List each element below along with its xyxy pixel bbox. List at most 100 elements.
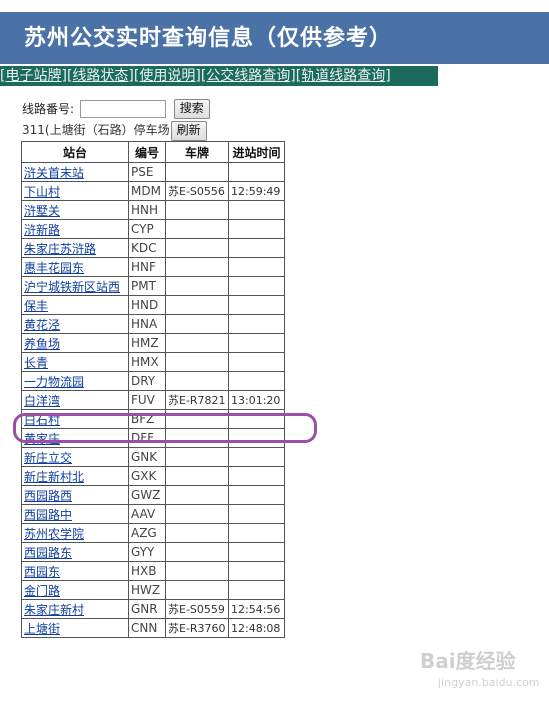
station-cell: 上塘街 [21, 618, 129, 638]
station-cell: 西园路中 [21, 504, 129, 524]
station-link[interactable]: 西园路东 [24, 546, 72, 560]
arrival-time: 12:54:56 [228, 599, 285, 619]
station-link[interactable]: 下山村 [24, 185, 60, 199]
table-row: 新庄新村北 GXK [21, 466, 285, 486]
watermark-logo: Bai度经验 jingyan.baidu.com [420, 650, 540, 694]
arrival-time [228, 371, 285, 391]
watermark-url: jingyan.baidu.com [438, 676, 540, 689]
table-row: 浒墅关 HNH [21, 200, 285, 220]
bus-plate: 苏E-R7821 [165, 390, 229, 410]
station-link[interactable]: 黄家庄 [24, 432, 60, 446]
station-link[interactable]: 西园路中 [24, 508, 72, 522]
station-code: HND [128, 295, 166, 315]
bus-plate [165, 371, 229, 391]
bus-plate [165, 333, 229, 353]
station-code: AZG [128, 523, 166, 543]
station-cell: 浒墅关 [21, 200, 129, 220]
station-cell: 西园路东 [21, 542, 129, 562]
refresh-button[interactable]: 刷新 [170, 120, 207, 141]
arrival-time [228, 295, 285, 315]
station-cell: 苏州农学院 [21, 523, 129, 543]
arrival-time [228, 219, 285, 239]
station-cell: 惠丰花园东 [21, 257, 129, 277]
arrival-time [228, 162, 285, 182]
station-link[interactable]: 养鱼场 [24, 337, 60, 351]
watermark-text: Bai度经验 [420, 649, 516, 673]
status-row: 311(上塘街（石路）停车场 刷新 [22, 120, 207, 141]
station-link[interactable]: 沪宁城铁新区站西 [24, 280, 120, 294]
table-row: 白石村 BFZ [21, 409, 285, 429]
bus-plate [165, 561, 229, 581]
station-code: BFZ [128, 409, 166, 429]
station-cell: 黄花泾 [21, 314, 129, 334]
arrival-time [228, 542, 285, 562]
station-link[interactable]: 浒墅关 [24, 204, 60, 218]
nav-link-bus-line-query[interactable]: [公交线路查询] [201, 68, 296, 84]
table-header-row: 站台 编号 车牌 进站时间 [21, 141, 285, 163]
station-link[interactable]: 浒关首末站 [24, 166, 84, 180]
station-link[interactable]: 朱家庄苏浒路 [24, 242, 96, 256]
station-code: AAV [128, 504, 166, 524]
station-cell: 白洋湾 [21, 390, 129, 410]
station-cell: 金门路 [21, 580, 129, 600]
table-row: 苏州农学院 AZG [21, 523, 285, 543]
arrival-time [228, 409, 285, 429]
station-link[interactable]: 苏州农学院 [24, 527, 84, 541]
arrival-time [228, 580, 285, 600]
station-link[interactable]: 黄花泾 [24, 318, 60, 332]
table-row: 西园路中 AAV [21, 504, 285, 524]
station-cell: 西园路西 [21, 485, 129, 505]
arrival-time [228, 276, 285, 296]
station-cell: 浒新路 [21, 219, 129, 239]
bus-plate [165, 257, 229, 277]
station-link[interactable]: 新庄新村北 [24, 470, 84, 484]
station-cell: 黄家庄 [21, 428, 129, 448]
table-row: 黄家庄 DFF [21, 428, 285, 448]
col-header-station: 站台 [21, 141, 129, 163]
station-code: PSE [128, 162, 166, 182]
station-link[interactable]: 朱家庄新村 [24, 603, 84, 617]
arrival-time: 12:48:08 [228, 618, 285, 638]
station-code: GNK [128, 447, 166, 467]
station-link[interactable]: 上塘街 [24, 622, 60, 636]
station-link[interactable]: 白石村 [24, 413, 60, 427]
bus-plate [165, 523, 229, 543]
nav-link-e-stop-sign[interactable]: [电子站牌] [0, 68, 67, 84]
station-table: 站台 编号 车牌 进站时间 浒关首末站 PSE 下山村 MDM 苏E-S0556 12:5… [21, 141, 285, 638]
table-row: 西园路西 GWZ [21, 485, 285, 505]
station-code: FUV [128, 390, 166, 410]
table-row: 浒新路 CYP [21, 219, 285, 239]
station-link[interactable]: 新庄立交 [24, 451, 72, 465]
station-code: HXB [128, 561, 166, 581]
table-row: 保丰 HND [21, 295, 285, 315]
nav-link-instructions[interactable]: [使用说明] [134, 68, 201, 84]
page: 苏州公交实时查询信息（仅供参考） [电子站牌][线路状态][使用说明][公交线路… [0, 0, 549, 703]
station-code: KDC [128, 238, 166, 258]
bus-plate [165, 295, 229, 315]
line-number-input[interactable] [79, 99, 166, 118]
station-link[interactable]: 长青 [24, 356, 48, 370]
station-code: HWZ [128, 580, 166, 600]
nav-link-line-status[interactable]: [线路状态] [67, 68, 134, 84]
nav-link-rail-line-query[interactable]: [轨道线路查询] [296, 68, 391, 84]
station-link[interactable]: 一力物流园 [24, 375, 84, 389]
station-cell: 养鱼场 [21, 333, 129, 353]
bus-plate: 苏E-R3760 [165, 618, 229, 638]
station-code: HMX [128, 352, 166, 372]
station-cell: 朱家庄苏浒路 [21, 238, 129, 258]
station-link[interactable]: 保丰 [24, 299, 48, 313]
table-row: 养鱼场 HMZ [21, 333, 285, 353]
arrival-time [228, 257, 285, 277]
bus-plate [165, 447, 229, 467]
bus-plate [165, 219, 229, 239]
station-link[interactable]: 浒新路 [24, 223, 60, 237]
arrival-time [228, 314, 285, 334]
search-button[interactable]: 搜索 [173, 98, 210, 119]
station-link[interactable]: 白洋湾 [24, 394, 60, 408]
col-header-plate: 车牌 [165, 141, 229, 163]
station-link[interactable]: 惠丰花园东 [24, 261, 84, 275]
station-link[interactable]: 金门路 [24, 584, 60, 598]
station-cell: 长青 [21, 352, 129, 372]
station-link[interactable]: 西园东 [24, 565, 60, 579]
station-link[interactable]: 西园路西 [24, 489, 72, 503]
